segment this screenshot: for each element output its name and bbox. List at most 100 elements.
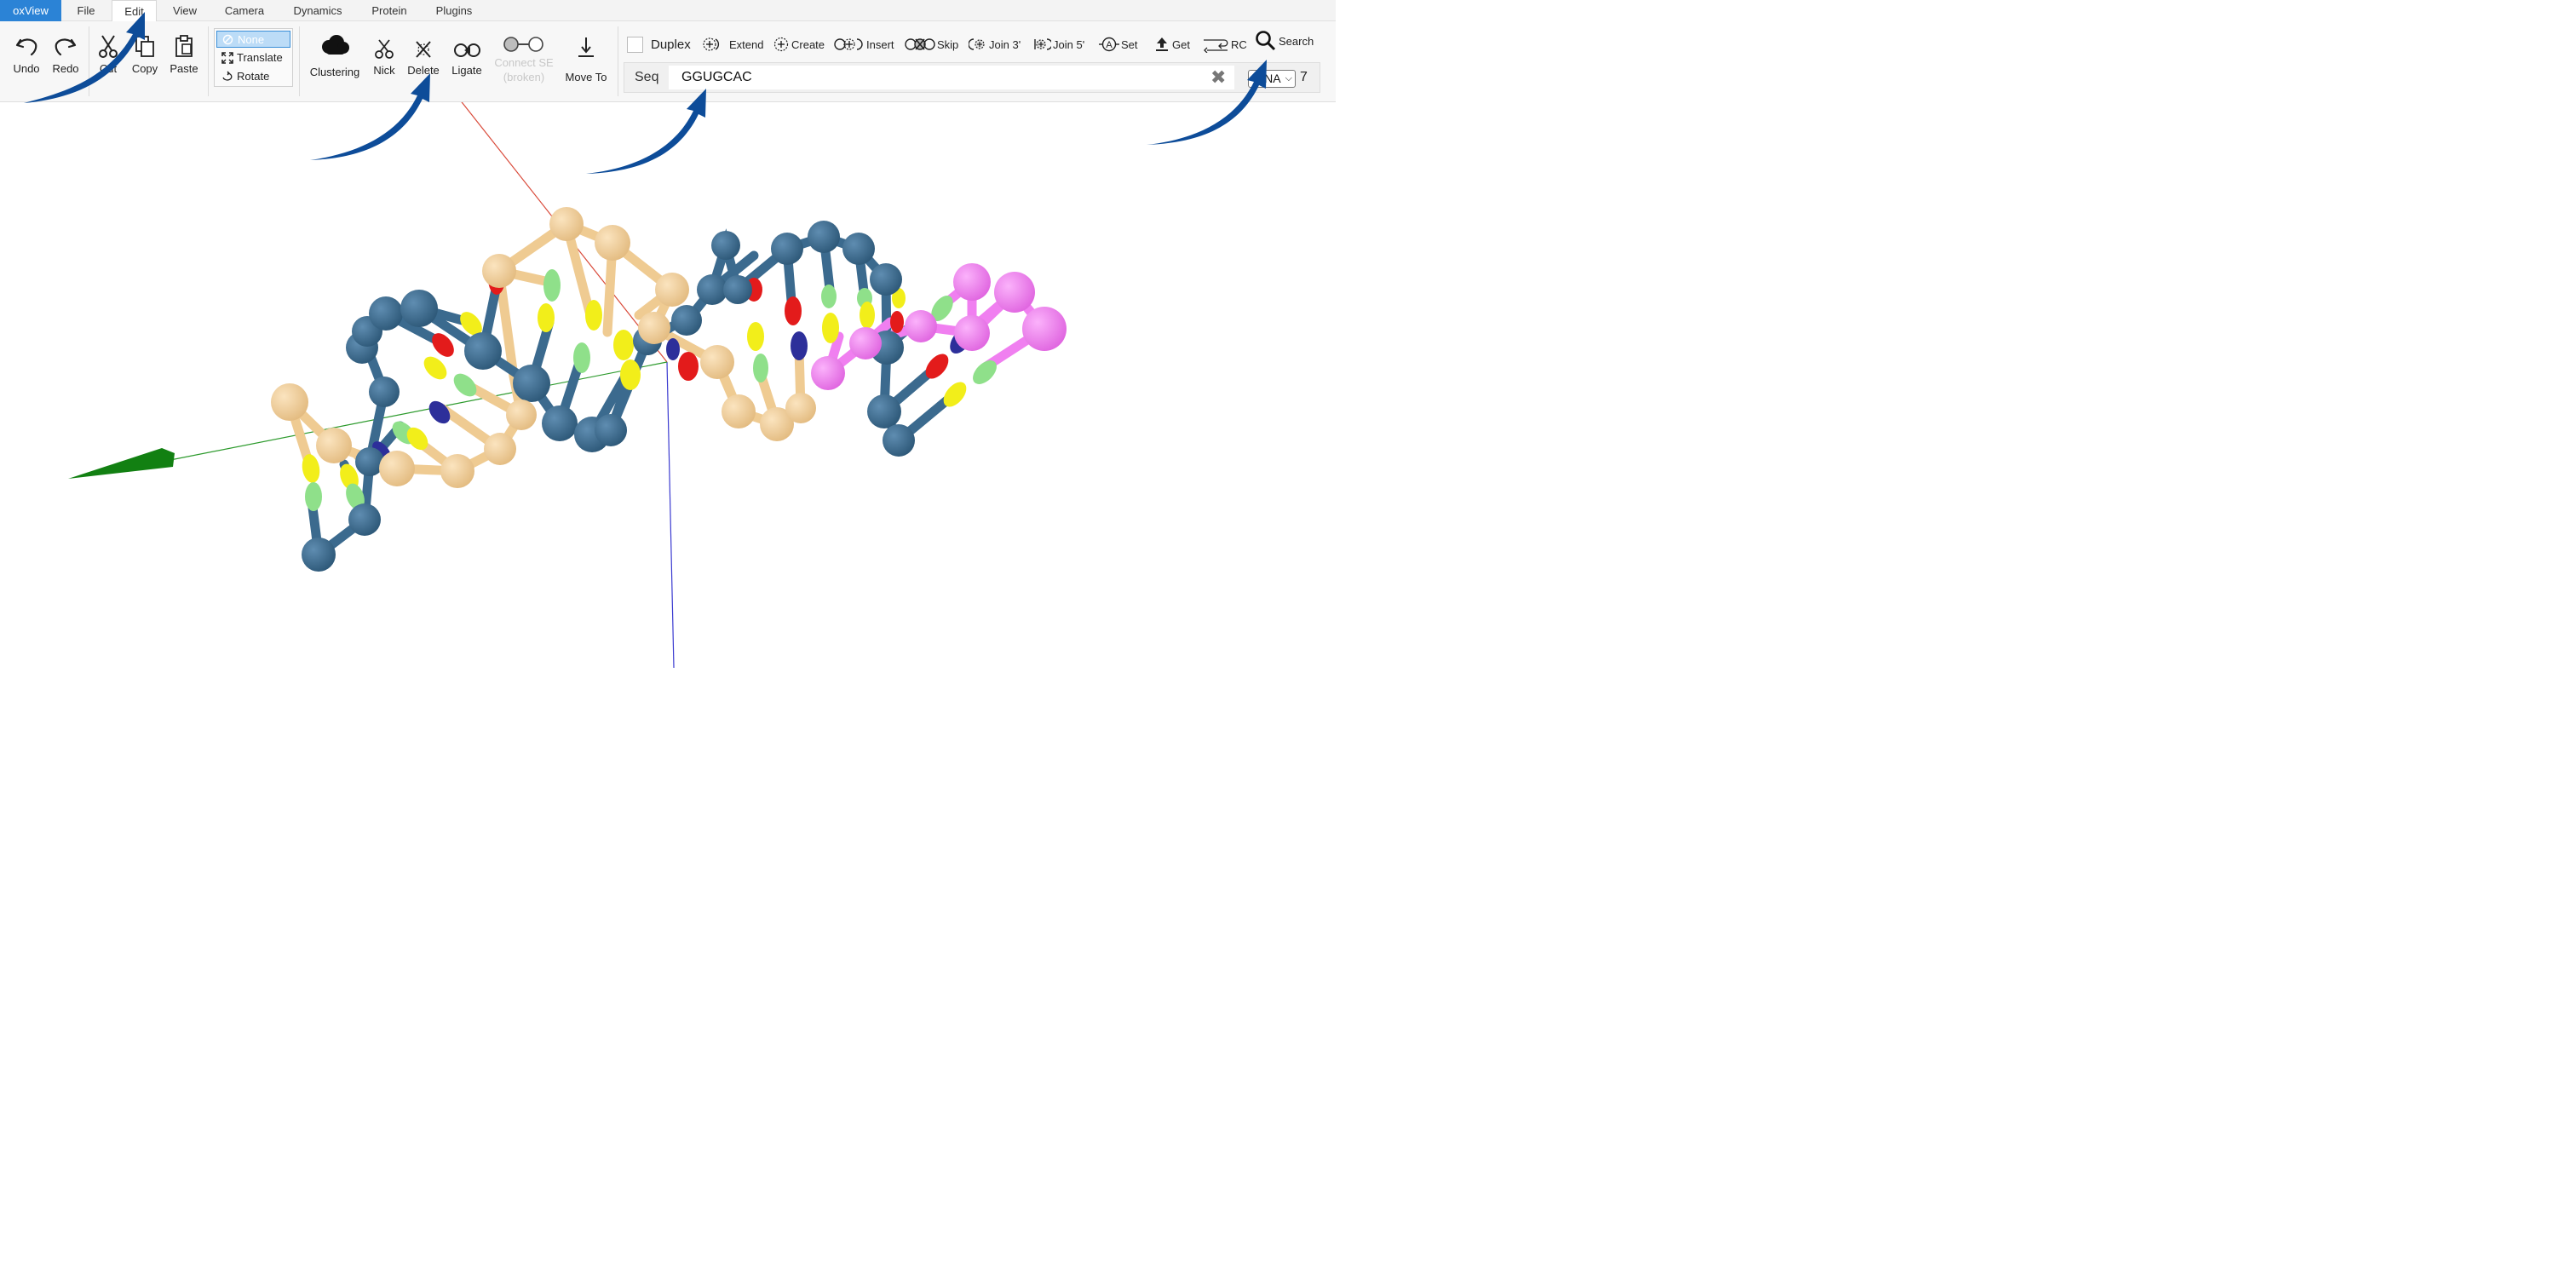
menu-edit[interactable]: Edit bbox=[112, 0, 157, 22]
z-axis-line bbox=[666, 361, 675, 669]
join-3-label: Join 3' bbox=[989, 37, 1021, 51]
delete-label: Delete bbox=[407, 64, 440, 77]
redo-icon bbox=[55, 38, 77, 56]
menu-view[interactable]: View bbox=[167, 0, 203, 21]
clear-icon[interactable]: ✖ bbox=[1210, 68, 1226, 87]
divider bbox=[208, 26, 209, 96]
search-icon bbox=[1256, 31, 1276, 51]
menu-bar: oxView File Edit View Camera Dynamics Pr… bbox=[0, 0, 1336, 22]
rc-label: RC bbox=[1231, 37, 1247, 51]
app-brand-button[interactable]: oxView bbox=[0, 0, 61, 21]
copy-label: Copy bbox=[131, 62, 158, 75]
redo-label: Redo bbox=[52, 62, 79, 75]
upload-icon bbox=[1156, 37, 1168, 51]
paste-button[interactable]: Paste bbox=[167, 33, 201, 75]
join-5-button[interactable]: Join 5' bbox=[1032, 35, 1084, 54]
join-5-label: Join 5' bbox=[1053, 37, 1085, 51]
reverse-complement-button[interactable]: RC bbox=[1202, 35, 1247, 54]
no-entry-icon bbox=[222, 34, 233, 45]
create-icon bbox=[773, 37, 789, 52]
insert-button[interactable]: Insert bbox=[834, 35, 894, 54]
paste-label: Paste bbox=[170, 62, 198, 75]
molecule-scene[interactable] bbox=[0, 98, 1336, 669]
chevron-down-icon: ⌵ bbox=[1285, 73, 1292, 83]
blue-strand-bonds bbox=[306, 228, 959, 560]
undo-button[interactable]: Undo bbox=[10, 33, 43, 75]
svg-text:A: A bbox=[1106, 40, 1113, 50]
nick-label: Nick bbox=[373, 64, 395, 77]
join-5-icon bbox=[1034, 38, 1051, 50]
duplex-label: Duplex bbox=[651, 37, 691, 52]
copy-icon bbox=[135, 36, 154, 57]
skip-button[interactable]: Skip bbox=[905, 35, 958, 54]
paste-icon bbox=[175, 35, 193, 57]
set-sequence-button[interactable]: A Set bbox=[1099, 35, 1138, 54]
nick-icon bbox=[375, 39, 394, 59]
connect-icon bbox=[503, 37, 543, 52]
skip-icon bbox=[905, 38, 935, 50]
move-to-icon bbox=[578, 37, 594, 57]
divider bbox=[299, 26, 300, 96]
clustering-label: Clustering bbox=[309, 66, 360, 78]
sequence-bar: Seq ✖ RNA ⌵ 7 bbox=[624, 62, 1320, 93]
move-to-label: Move To bbox=[565, 71, 607, 83]
nick-button[interactable]: Nick bbox=[370, 38, 399, 77]
duplex-checkbox[interactable] bbox=[627, 36, 643, 53]
cut-icon bbox=[99, 35, 118, 58]
cut-label: Cut bbox=[99, 62, 118, 75]
undo-label: Undo bbox=[13, 62, 40, 75]
copy-button[interactable]: Copy bbox=[129, 33, 160, 75]
create-label: Create bbox=[791, 37, 825, 51]
extend-label: Extend bbox=[729, 37, 764, 51]
cut-button[interactable]: Cut bbox=[94, 33, 123, 75]
delete-button[interactable]: Delete bbox=[405, 38, 442, 77]
skip-label: Skip bbox=[937, 37, 959, 51]
y-axis-arrowhead bbox=[68, 448, 175, 479]
transform-rotate-option[interactable]: Rotate bbox=[216, 68, 290, 85]
menu-camera[interactable]: Camera bbox=[216, 0, 273, 21]
connect-se-note: (broken) bbox=[503, 71, 545, 83]
connect-se-button[interactable]: Connect SE (broken) bbox=[493, 35, 555, 83]
sequence-length: 7 bbox=[1300, 70, 1308, 84]
search-label: Search bbox=[1279, 34, 1314, 48]
ligate-label: Ligate bbox=[451, 64, 482, 77]
redo-button[interactable]: Redo bbox=[49, 33, 82, 75]
get-sequence-button[interactable]: Get bbox=[1153, 35, 1190, 54]
transform-translate-option[interactable]: Translate bbox=[216, 49, 290, 66]
join-3-button[interactable]: Join 3' bbox=[969, 35, 1021, 54]
transform-none-option[interactable]: None bbox=[216, 31, 290, 48]
ribbon-toolbar: Undo Redo Cut Copy Paste None Translate … bbox=[0, 21, 1336, 102]
set-label: Set bbox=[1121, 37, 1138, 51]
menu-plugins[interactable]: Plugins bbox=[428, 0, 480, 21]
rotate-3d-icon bbox=[222, 71, 233, 81]
transform-mode-group: None Translate Rotate bbox=[214, 28, 293, 87]
ligate-icon bbox=[454, 43, 480, 57]
translate-icon bbox=[221, 52, 233, 64]
sequence-input[interactable] bbox=[669, 66, 1234, 89]
clustering-button[interactable]: Clustering bbox=[307, 33, 363, 78]
menu-protein[interactable]: Protein bbox=[365, 0, 414, 21]
transform-translate-label: Translate bbox=[237, 51, 283, 64]
duplex-toggle[interactable]: Duplex bbox=[627, 35, 691, 54]
get-label: Get bbox=[1172, 37, 1190, 51]
sequence-label: Seq bbox=[635, 70, 659, 84]
create-button[interactable]: Create bbox=[773, 35, 825, 54]
set-icon: A bbox=[1099, 37, 1119, 52]
menu-file[interactable]: File bbox=[68, 0, 104, 21]
type-select-value: RNA bbox=[1256, 72, 1281, 85]
extend-icon bbox=[703, 37, 720, 51]
reverse-complement-icon bbox=[1204, 39, 1228, 53]
delete-icon bbox=[416, 41, 431, 58]
insert-label: Insert bbox=[866, 37, 894, 51]
nucleic-acid-type-select[interactable]: RNA ⌵ bbox=[1248, 70, 1296, 88]
extend-button[interactable]: Extend bbox=[702, 35, 763, 54]
move-to-button[interactable]: Move To bbox=[561, 35, 612, 83]
cloud-icon bbox=[322, 35, 349, 55]
search-button[interactable]: Search bbox=[1255, 31, 1314, 51]
join-3-icon bbox=[969, 38, 985, 50]
menu-dynamics[interactable]: Dynamics bbox=[286, 0, 349, 21]
3d-viewport[interactable] bbox=[0, 98, 1336, 669]
transform-none-label: None bbox=[238, 33, 265, 46]
connect-se-label: Connect SE bbox=[494, 56, 554, 69]
ligate-button[interactable]: Ligate bbox=[449, 38, 485, 77]
